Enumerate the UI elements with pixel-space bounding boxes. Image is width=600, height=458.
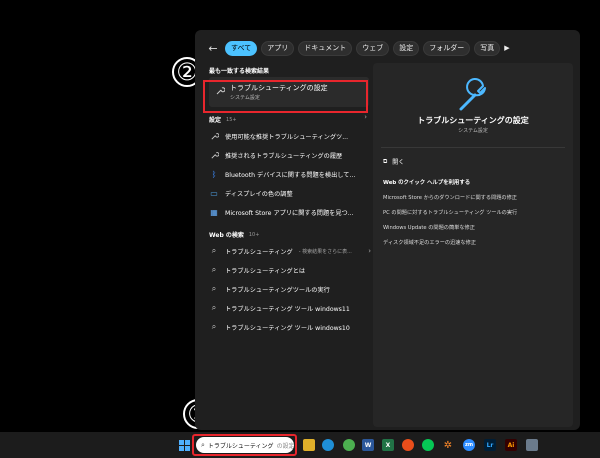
divider	[381, 147, 565, 148]
display-icon: ▭	[210, 188, 218, 198]
wrench-icon	[209, 131, 219, 141]
search-icon: ⌕	[211, 322, 217, 331]
open-button[interactable]: ⧉ 開く	[383, 157, 405, 167]
lightroom-icon[interactable]: Lr	[484, 439, 496, 451]
highlight-box	[192, 434, 297, 456]
list-item-label: ディスプレイの色の調整	[225, 190, 293, 198]
back-arrow-icon[interactable]: ←	[205, 40, 221, 56]
web-section-label: Web の検索	[209, 232, 244, 239]
list-item[interactable]: ⌕ トラブルシューティングツールの実行	[209, 280, 371, 298]
calculator-icon[interactable]	[526, 439, 538, 451]
settings-section-count: 15+	[226, 116, 237, 123]
list-item[interactable]: ⌕ トラブルシューティング ツール windows11	[209, 299, 371, 317]
bluetooth-icon: ᛒ	[211, 169, 217, 179]
list-item[interactable]: ᛒ Bluetooth デバイスに関する問題を検出して...	[209, 165, 371, 183]
list-item[interactable]: ▦ Microsoft Store アプリに関する問題を見つ...	[209, 203, 371, 221]
best-match-heading: 最も一致する検索結果	[209, 68, 270, 75]
list-item-label: トラブルシューティング ツール windows10	[225, 324, 350, 332]
sparkle-icon[interactable]: ✲	[442, 439, 454, 451]
preview-subtitle: システム設定	[458, 128, 488, 134]
preview-pane: トラブルシューティングの設定 システム設定 ⧉ 開く Web のクイック ヘルプ…	[373, 63, 573, 427]
list-item-label: トラブルシューティング ツール windows11	[225, 305, 350, 313]
filter-chip-apps[interactable]: アプリ	[261, 40, 295, 56]
search-icon: ⌕	[211, 246, 217, 255]
windows-start-icon[interactable]	[178, 439, 190, 451]
open-label: 開く	[392, 159, 405, 166]
preview-title: トラブルシューティングの設定	[417, 116, 529, 125]
filter-bar: ← すべて アプリ ドキュメント ウェブ 設定 フォルダー 写真 ▶	[205, 38, 514, 58]
web-section-heading[interactable]: Web の検索 10+	[209, 230, 260, 240]
settings-chevron-right-icon[interactable]: ›	[364, 113, 367, 121]
search-icon: ⌕	[211, 303, 217, 312]
list-item[interactable]: 推奨されるトラブルシューティングの履歴	[209, 146, 371, 164]
list-item-label: Microsoft Store アプリに関する問題を見つ...	[225, 209, 354, 217]
settings-section-heading[interactable]: 設定 15+	[209, 115, 237, 125]
list-item[interactable]: ⌕ トラブルシューティング - 検索結果をさらに表... ›	[209, 242, 371, 260]
filter-chip-photos[interactable]: 写真	[474, 40, 501, 56]
help-link[interactable]: Microsoft Store からのダウンロードに関する問題の修正	[383, 194, 517, 201]
list-item-label: Bluetooth デバイスに関する問題を検出して...	[225, 171, 356, 179]
edge-icon[interactable]	[322, 439, 334, 451]
highlight-box	[203, 80, 368, 113]
file-explorer-icon[interactable]	[303, 439, 315, 451]
screen: ② ① ← すべて アプリ ドキュメント ウェブ 設定 フォルダー 写真 ▶ 最…	[0, 0, 600, 458]
filter-chip-web[interactable]: ウェブ	[356, 40, 390, 56]
store-icon: ▦	[210, 207, 218, 217]
wrench-icon	[209, 150, 219, 160]
list-item[interactable]: ⌕ トラブルシューティングとは	[209, 261, 371, 279]
help-link[interactable]: PC の問題に対するトラブルシューティング ツールの実行	[383, 209, 517, 216]
list-item-sub: - 検索結果をさらに表...	[298, 248, 352, 255]
filter-chip-all[interactable]: すべて	[225, 40, 258, 56]
illustrator-icon[interactable]: Ai	[505, 439, 517, 451]
list-item[interactable]: 使用可能な推奨トラブルシューティングツ...	[209, 127, 371, 145]
web-section-count: 10+	[248, 231, 260, 238]
search-icon: ⌕	[211, 265, 217, 274]
line-icon[interactable]	[422, 439, 434, 451]
results-list: 最も一致する検索結果 トラブルシューティングの設定 システム設定 設定 15+ …	[199, 65, 371, 427]
filter-chip-folders[interactable]: フォルダー	[423, 40, 471, 56]
zoom-icon[interactable]: zm	[463, 439, 475, 451]
list-item[interactable]: ▭ ディスプレイの色の調整	[209, 184, 371, 202]
filter-chip-documents[interactable]: ドキュメント	[298, 40, 353, 56]
firefox-icon[interactable]	[402, 439, 414, 451]
chrome-icon[interactable]	[343, 439, 355, 451]
search-icon: ⌕	[211, 284, 217, 293]
chevron-right-icon[interactable]: ›	[368, 247, 371, 255]
list-item-label: トラブルシューティングとは	[225, 267, 306, 275]
wrench-icon	[459, 78, 486, 111]
more-filters-play-icon[interactable]: ▶	[504, 44, 514, 52]
excel-icon[interactable]: X	[382, 439, 394, 451]
settings-section-label: 設定	[209, 117, 222, 124]
list-item-label: トラブルシューティング	[225, 248, 293, 256]
word-icon[interactable]: W	[362, 439, 374, 451]
list-item-label: トラブルシューティングツールの実行	[225, 286, 330, 294]
list-item-label: 推奨されるトラブルシューティングの履歴	[225, 152, 343, 160]
taskbar: ⌕ トラブルシューティング の設定 W X ✲ zm Lr Ai	[0, 432, 600, 458]
list-item-label: 使用可能な推奨トラブルシューティングツ...	[225, 133, 349, 141]
help-link[interactable]: ディスク領域不足のエラーの迅速な修正	[383, 239, 476, 246]
open-external-icon: ⧉	[383, 157, 388, 165]
quick-help-heading: Web のクイック ヘルプを利用する	[383, 180, 471, 186]
filter-chip-settings[interactable]: 設定	[393, 40, 420, 56]
list-item[interactable]: ⌕ トラブルシューティング ツール windows10	[209, 318, 371, 336]
help-link[interactable]: Windows Update の問題の簡単な修正	[383, 224, 475, 231]
